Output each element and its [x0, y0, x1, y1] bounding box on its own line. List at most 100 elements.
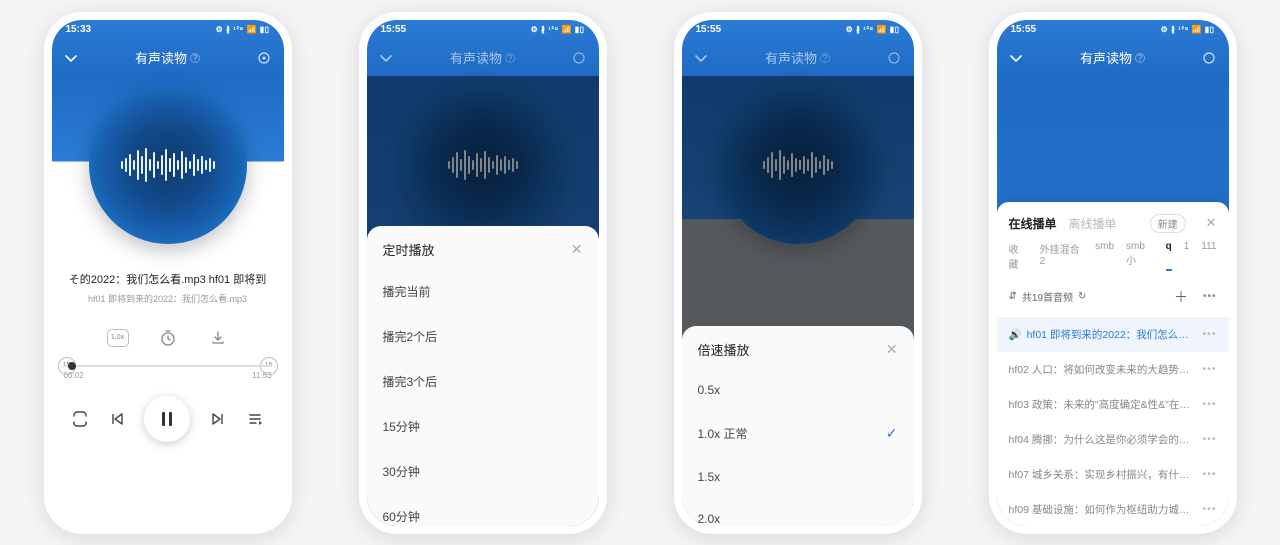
repeat-icon[interactable] [71, 410, 89, 428]
playlist-mode-tabs: 在线播单 离线播单 新建 ✕ [997, 202, 1229, 241]
timer-option[interactable]: 播完当前 [367, 269, 599, 314]
track-title: そ的2022：我们怎么看.mp3 hf01 即将到 [60, 272, 276, 288]
album-disc [89, 86, 247, 244]
folder-tab[interactable]: smb小 [1126, 241, 1154, 271]
timer-option[interactable]: 60分钟 [367, 494, 599, 526]
track-subtitle: hf01 即将到来的2022：我们怎么看.mp3 [60, 292, 276, 305]
tab-offline[interactable]: 离线播单 [1069, 215, 1117, 232]
new-playlist-button[interactable]: 新建 [1150, 214, 1186, 233]
app-header: 有声读物 ? [52, 40, 284, 76]
playlist-item-label: hf09 基础设施：如何作为枢纽助力城乡… [1009, 502, 1197, 517]
phone-timer-sheet: 15:55 ⚙ ∦ ¹²⁸ 📶 ▮▯ 有声读物 ? [359, 12, 607, 534]
playlist-item-label: hf01 即将到来的2022：我们怎么看… [1027, 327, 1197, 342]
header-title: 有声读物 [135, 48, 187, 67]
timer-option[interactable]: 30分钟 [367, 449, 599, 494]
status-bar: 15:55 ⚙ ∦ ¹²⁸ 📶 ▮▯ [367, 20, 599, 40]
status-time: 15:55 [381, 24, 407, 35]
settings-icon[interactable] [571, 50, 587, 66]
collapse-icon[interactable] [694, 51, 708, 65]
app-header: 有声读物 ? [682, 40, 914, 76]
item-more-icon[interactable]: ••• [1202, 503, 1216, 515]
playlist-item[interactable]: hf07 城乡关系：实现乡村振兴，有什么… ••• [997, 457, 1229, 492]
settings-icon[interactable] [886, 50, 902, 66]
collapse-icon[interactable] [1009, 51, 1023, 65]
waveform-icon [121, 145, 215, 185]
speed-option[interactable]: 0.5x [682, 369, 914, 411]
folder-tab[interactable]: q [1166, 241, 1172, 271]
settings-icon[interactable] [1201, 50, 1217, 66]
playlist-summary: ⇵ 共19首音频 ↻ ＋ ••• [997, 277, 1229, 317]
modal-overlay[interactable]: 定时播放 ✕ 播完当前播完2个后播完3个后15分钟30分钟60分钟取消定时 [367, 76, 599, 526]
collapse-icon[interactable] [64, 51, 78, 65]
tab-online[interactable]: 在线播单 [1009, 215, 1057, 232]
close-icon[interactable]: ✕ [1206, 215, 1217, 231]
status-bar: 15:33 ⚙ ∦ ¹²⁸ 📶 ▮▯ [52, 20, 284, 40]
playlist-item-label: hf02 人口：将如何改变未来的大趋势？… [1009, 362, 1197, 377]
more-icon[interactable]: ••• [1203, 291, 1217, 302]
transport-controls [52, 396, 284, 442]
sheet-title: 倍速播放 [698, 340, 750, 359]
phone-playlist: 15:55 ⚙ ∦ ¹²⁸ 📶 ▮▯ 有声读物 ? 在线播单 离线播单 新建 [989, 12, 1237, 534]
status-indicators: ⚙ ∦ ¹²⁸ 📶 ▮▯ [1161, 25, 1215, 34]
prev-track-icon[interactable] [109, 411, 125, 427]
playlist-item-label: hf04 腾挪：为什么这是你必须学会的生… [1009, 432, 1197, 447]
speed-option[interactable]: 2.0x [682, 498, 914, 526]
folder-tab[interactable]: smb [1095, 241, 1114, 271]
folder-tab[interactable]: 收藏 [1009, 241, 1028, 271]
playlist-item-label: hf03 政策：未来的"高度确定&性&"在哪… [1009, 397, 1197, 412]
help-icon[interactable]: ? [505, 53, 515, 63]
playlist-item[interactable]: 🔊hf01 即将到来的2022：我们怎么看…••• [997, 317, 1229, 352]
timer-option[interactable]: 15分钟 [367, 404, 599, 449]
speed-option[interactable]: 1.0x 正常✓ [682, 411, 914, 456]
shuffle-icon[interactable]: ⇵ [1009, 291, 1017, 302]
item-more-icon[interactable]: ••• [1202, 433, 1216, 445]
modal-overlay[interactable]: 倍速播放 ✕ 0.5x1.0x 正常✓1.5x2.0x [682, 76, 914, 526]
header-title: 有声读物 [765, 48, 817, 67]
folder-tab[interactable]: 外挂混合2 [1040, 241, 1084, 271]
app-header: 有声读物 ? [997, 40, 1229, 76]
status-time: 15:55 [1011, 24, 1037, 35]
add-track-icon[interactable]: ＋ [1174, 287, 1188, 307]
timer-option[interactable]: 播完2个后 [367, 314, 599, 359]
playlist-item-label: hf07 城乡关系：实现乡村振兴，有什么… [1009, 467, 1197, 482]
progress-bar[interactable]: 15 15 00:02 11:53 [64, 365, 272, 380]
play-pause-button[interactable] [144, 396, 190, 442]
next-track-icon[interactable] [210, 411, 226, 427]
speed-option[interactable]: 1.5x [682, 456, 914, 498]
phone-speed-sheet: 15:55 ⚙ ∦ ¹²⁸ 📶 ▮▯ 有声读物 ? [674, 12, 922, 534]
item-more-icon[interactable]: ••• [1202, 468, 1216, 480]
playlist-icon[interactable] [246, 410, 264, 428]
speed-chip[interactable]: 1.0x [107, 329, 129, 347]
track-titles: そ的2022：我们怎么看.mp3 hf01 即将到 hf01 即将到来的2022… [52, 266, 284, 305]
folder-tab[interactable]: 111 [1201, 241, 1216, 271]
folder-tabs: 收藏外挂混合2smbsmb小q1111 [997, 241, 1229, 277]
status-indicators: ⚙ ∦ ¹²⁸ 📶 ▮▯ [846, 25, 900, 34]
collapse-icon[interactable] [379, 51, 393, 65]
album-art-zone [52, 76, 284, 266]
playlist-item[interactable]: hf04 腾挪：为什么这是你必须学会的生… ••• [997, 422, 1229, 457]
close-icon[interactable]: ✕ [886, 341, 898, 358]
item-more-icon[interactable]: ••• [1202, 398, 1216, 410]
phone-player: 15:33 ⚙ ∦ ¹²⁸ 📶 ▮▯ 有声读物 ? [44, 12, 292, 534]
help-icon[interactable]: ? [1135, 53, 1145, 63]
playlist-item[interactable]: hf03 政策：未来的"高度确定&性&"在哪… ••• [997, 387, 1229, 422]
refresh-icon[interactable]: ↻ [1078, 291, 1086, 302]
status-indicators: ⚙ ∦ ¹²⁸ 📶 ▮▯ [531, 25, 585, 34]
timer-sheet: 定时播放 ✕ 播完当前播完2个后播完3个后15分钟30分钟60分钟取消定时 [367, 226, 599, 526]
status-time: 15:33 [66, 24, 92, 35]
playlist-item[interactable]: hf02 人口：将如何改变未来的大趋势？… ••• [997, 352, 1229, 387]
download-icon[interactable] [207, 329, 229, 347]
item-more-icon[interactable]: ••• [1202, 328, 1216, 340]
help-icon[interactable]: ? [820, 53, 830, 63]
playlist-item[interactable]: hf09 基础设施：如何作为枢纽助力城乡… ••• [997, 492, 1229, 526]
timer-icon[interactable] [157, 329, 179, 347]
timer-option[interactable]: 播完3个后 [367, 359, 599, 404]
folder-tab[interactable]: 1 [1184, 241, 1190, 271]
speed-sheet: 倍速播放 ✕ 0.5x1.0x 正常✓1.5x2.0x [682, 326, 914, 526]
settings-icon[interactable] [256, 50, 272, 66]
status-bar: 15:55 ⚙ ∦ ¹²⁸ 📶 ▮▯ [682, 20, 914, 40]
close-icon[interactable]: ✕ [571, 241, 583, 258]
help-icon[interactable]: ? [190, 53, 200, 63]
status-time: 15:55 [696, 24, 722, 35]
item-more-icon[interactable]: ••• [1202, 363, 1216, 375]
